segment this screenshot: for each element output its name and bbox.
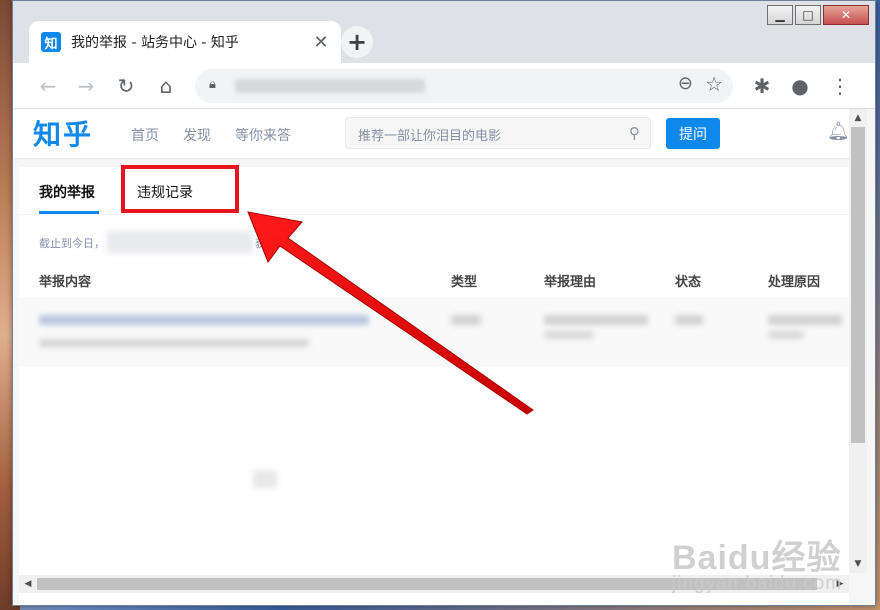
- extensions-icon[interactable]: ✱: [747, 71, 777, 101]
- notice-text-end: 获: [255, 237, 266, 250]
- bookmark-star-icon[interactable]: ☆: [705, 72, 723, 96]
- browser-window: ▁ □ ✕ 知 我的举报 - 站务中心 - 知乎 ✕ + ← → ↻ ⌂ 🔒︎ …: [12, 0, 876, 606]
- scroll-left-arrow-icon[interactable]: ◀: [19, 575, 37, 593]
- address-bar[interactable]: 🔒︎ ⊖ ☆: [195, 69, 733, 103]
- col-report-reason: 举报理由: [544, 275, 597, 290]
- col-report-content: 举报内容: [39, 275, 92, 290]
- window-controls: ▁ □ ✕: [767, 5, 869, 25]
- tab-title: 我的举报 - 站务中心 - 知乎: [71, 35, 239, 51]
- row-reason-blurred: [544, 315, 648, 325]
- tab-close-icon[interactable]: ✕: [311, 32, 331, 53]
- url-text-blurred: [235, 79, 425, 93]
- active-tab-indicator: [39, 211, 99, 214]
- row-handling-blurred: [768, 315, 842, 325]
- notice-blurred: [107, 231, 253, 253]
- row-type-blurred: [451, 315, 481, 325]
- maximize-button[interactable]: □: [795, 5, 821, 25]
- pagination-blurred: [253, 470, 277, 488]
- row-content-blurred: [39, 315, 369, 325]
- scroll-up-arrow-icon[interactable]: ▲: [849, 109, 867, 127]
- table-header: 举报内容 类型 举报理由 状态 处理原因: [19, 271, 849, 295]
- forward-icon[interactable]: →: [71, 71, 101, 101]
- row-meta-blurred: [39, 339, 309, 347]
- close-window-button[interactable]: ✕: [823, 5, 869, 25]
- row-reason2-blurred: [544, 331, 594, 339]
- minimize-button[interactable]: ▁: [767, 5, 793, 25]
- notification-bell-icon[interactable]: 🔔︎: [827, 121, 850, 142]
- vertical-scroll-thumb[interactable]: [851, 127, 865, 443]
- notice-text: 截止到今日，: [39, 237, 105, 250]
- lock-icon: 🔒︎: [209, 77, 216, 92]
- col-status: 状态: [675, 275, 702, 290]
- zhihu-logo[interactable]: 知乎: [33, 113, 93, 153]
- nav-discover[interactable]: 发现: [183, 125, 211, 145]
- site-header: 知乎 首页 发现 等你来答 推荐一部让你泪目的电影 ⚲ 提问 🔔︎: [13, 109, 850, 159]
- baidu-watermark: Baidu经验 jingyan.baidu.com: [672, 530, 842, 595]
- tab-my-reports[interactable]: 我的举报: [39, 182, 95, 202]
- reload-icon[interactable]: ↻: [111, 71, 141, 101]
- ask-button[interactable]: 提问: [666, 118, 720, 149]
- search-icon[interactable]: ⚲: [629, 124, 640, 142]
- home-icon[interactable]: ⌂: [151, 71, 181, 101]
- search-placeholder: 推荐一部让你泪目的电影: [358, 129, 502, 144]
- table-row[interactable]: [19, 297, 849, 367]
- scroll-down-arrow-icon[interactable]: ▼: [849, 555, 867, 573]
- browser-tab[interactable]: 知 我的举报 - 站务中心 - 知乎 ✕: [29, 21, 341, 63]
- profile-avatar-icon[interactable]: ●: [785, 71, 815, 101]
- col-handling-reason: 处理原因: [768, 275, 821, 290]
- watermark-url: jingyan.baidu.com: [672, 573, 843, 594]
- menu-icon[interactable]: ⋮: [825, 71, 855, 101]
- annotation-highlight-box: [121, 165, 239, 213]
- zoom-icon[interactable]: ⊖: [678, 73, 693, 94]
- browser-toolbar: ← → ↻ ⌂ 🔒︎ ⊖ ☆ ✱ ● ⋮: [13, 63, 875, 109]
- back-icon[interactable]: ←: [33, 71, 63, 101]
- new-tab-button[interactable]: +: [341, 26, 373, 58]
- zhihu-favicon-icon: 知: [41, 32, 61, 52]
- watermark-logo: Baidu经验: [672, 539, 842, 577]
- row-handling2-blurred: [768, 331, 804, 339]
- site-nav: 首页 发现 等你来答: [131, 125, 291, 145]
- search-input[interactable]: 推荐一部让你泪目的电影 ⚲: [345, 117, 651, 149]
- nav-waiting-answers[interactable]: 等你来答: [235, 125, 291, 145]
- col-type: 类型: [451, 275, 478, 290]
- nav-home[interactable]: 首页: [131, 125, 159, 145]
- row-status-blurred: [675, 315, 703, 325]
- vertical-scrollbar[interactable]: ▲ ▼: [849, 109, 867, 573]
